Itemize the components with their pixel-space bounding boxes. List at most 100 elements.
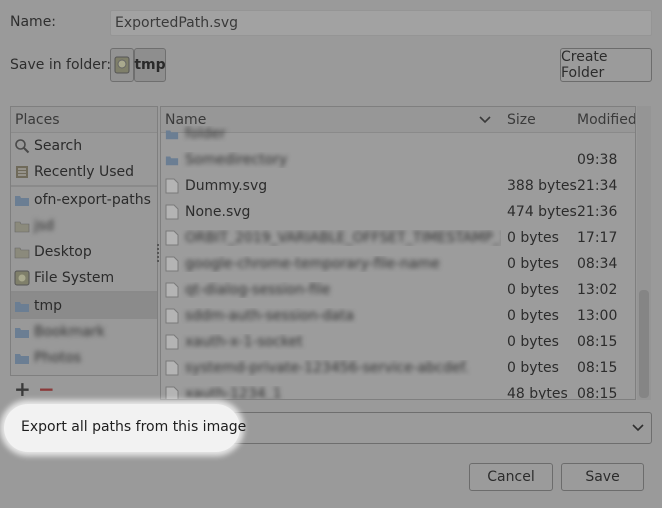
filename-input[interactable]: [110, 10, 652, 36]
chevron-down-icon: [479, 115, 491, 123]
file-icon: [165, 204, 179, 220]
add-bookmark-button[interactable]: +: [14, 377, 31, 401]
save-in-label: Save in folder:: [10, 57, 112, 73]
remove-bookmark-button[interactable]: −: [38, 377, 55, 401]
file-name: sddm-auth-session-data: [185, 308, 355, 324]
file-name: folder: [185, 126, 226, 142]
name-label: Name:: [10, 14, 57, 30]
place-file-system[interactable]: File System: [11, 265, 157, 291]
column-modified-header[interactable]: Modified: [573, 112, 635, 128]
file-name: systemd-private-123456-service-abcdef.: [185, 360, 469, 376]
file-name: Somedirectory: [185, 152, 288, 168]
file-row[interactable]: qt-dialog-session-file 0 bytes 13:02: [161, 277, 635, 303]
desktop-folder-icon: [14, 247, 30, 259]
folder-icon: [15, 302, 29, 312]
file-size: 388 bytes: [507, 178, 577, 194]
file-row[interactable]: xauth-x-1-socket 0 bytes 08:15: [161, 329, 635, 355]
breadcrumb-tmp-label: tmp: [134, 57, 166, 73]
file-size: 0 bytes: [507, 360, 559, 376]
place-label: jsd: [34, 218, 55, 234]
folder-icon: [15, 196, 29, 206]
file-modified: 13:02: [577, 282, 618, 298]
place-label: Bookmark: [34, 324, 105, 340]
file-modified: 13:00: [577, 308, 618, 324]
file-row[interactable]: xauth-1234_1 48 bytes 08:15: [161, 381, 635, 400]
file-icon: [165, 178, 179, 194]
file-list: Name Size Modified folder Somedirectory …: [160, 106, 636, 400]
place-home[interactable]: jsd: [11, 213, 157, 239]
place-search[interactable]: Search: [11, 133, 157, 159]
file-icon: [165, 256, 179, 272]
file-name: xauth-1234_1: [185, 386, 282, 400]
chevron-down-icon: [632, 424, 644, 432]
save-button[interactable]: Save: [561, 463, 644, 491]
file-modified: 09:38: [577, 152, 618, 168]
file-row[interactable]: Somedirectory 09:38: [161, 147, 635, 173]
drive-icon: [114, 56, 130, 74]
places-panel: Places Search Recently Used ofn-export-p…: [10, 106, 158, 376]
folder-icon: [15, 354, 29, 364]
recent-icon: [16, 166, 28, 178]
file-rows: folder Somedirectory 09:38 Dummy.svg 388…: [161, 121, 635, 400]
file-icon: [165, 282, 179, 298]
file-row[interactable]: sddm-auth-session-data 0 bytes 13:00: [161, 303, 635, 329]
file-size: 0 bytes: [507, 256, 559, 272]
place-photos[interactable]: Photos: [11, 345, 157, 371]
file-size: 0 bytes: [507, 334, 559, 350]
file-row[interactable]: google-chrome-temporary-file-name 0 byte…: [161, 251, 635, 277]
file-modified: 08:15: [577, 360, 618, 376]
file-modified: 21:34: [577, 178, 618, 194]
search-icon: [15, 139, 30, 154]
file-size: 48 bytes: [507, 386, 568, 400]
file-icon: [165, 386, 179, 399]
place-label: tmp: [34, 298, 63, 314]
places-header: Places: [11, 107, 157, 133]
cancel-button[interactable]: Cancel: [469, 463, 553, 491]
file-icon: [165, 230, 179, 246]
create-folder-button[interactable]: Create Folder: [560, 48, 652, 82]
file-size: 474 bytes: [507, 204, 577, 220]
place-label: File System: [34, 270, 115, 286]
drive-icon: [14, 270, 30, 286]
file-name: google-chrome-temporary-file-name: [185, 256, 440, 272]
place-desktop[interactable]: Desktop: [11, 239, 157, 265]
file-row[interactable]: Dummy.svg 388 bytes 21:34: [161, 173, 635, 199]
file-name: qt-dialog-session-file: [185, 282, 331, 298]
file-modified: 08:15: [577, 334, 618, 350]
folder-icon: [165, 130, 179, 140]
file-name: ORBIT_2019_VARIABLE_OFFSET_TIMESTAMP_123…: [185, 230, 501, 246]
folder-icon: [15, 328, 29, 338]
export-option-label: Export all paths from this image: [21, 419, 247, 435]
file-name: xauth-x-1-socket: [185, 334, 303, 350]
file-modified: 17:17: [577, 230, 618, 246]
breadcrumb-tmp-button[interactable]: tmp: [134, 48, 166, 82]
place-label: Search: [34, 138, 83, 154]
file-size: 0 bytes: [507, 308, 559, 324]
file-row[interactable]: ORBIT_2019_VARIABLE_OFFSET_TIMESTAMP_123…: [161, 225, 635, 251]
file-list-scrollbar-thumb[interactable]: [639, 290, 649, 398]
file-modified: 08:15: [577, 386, 618, 400]
place-label: Photos: [34, 350, 82, 366]
file-name: Dummy.svg: [185, 178, 268, 194]
file-size: 0 bytes: [507, 282, 559, 298]
file-icon: [165, 334, 179, 350]
home-folder-icon: [14, 221, 30, 233]
file-row[interactable]: None.svg 474 bytes 21:36: [161, 199, 635, 225]
place-tmp[interactable]: tmp: [11, 293, 157, 319]
folder-icon: [165, 156, 179, 166]
breadcrumb-root-button[interactable]: [110, 48, 134, 82]
file-icon: [165, 308, 179, 324]
file-modified: 08:34: [577, 256, 618, 272]
file-row[interactable]: systemd-private-123456-service-abcdef. 0…: [161, 355, 635, 381]
place-label: Recently Used: [34, 164, 135, 180]
place-bookmark[interactable]: Bookmark: [11, 319, 157, 345]
file-name: None.svg: [185, 204, 251, 220]
place-label: Desktop: [34, 244, 92, 260]
place-ofn-export-paths[interactable]: ofn-export-paths: [11, 187, 157, 213]
place-label: ofn-export-paths: [34, 192, 151, 208]
file-size: 0 bytes: [507, 230, 559, 246]
place-recently-used[interactable]: Recently Used: [11, 159, 157, 185]
column-size-header[interactable]: Size: [501, 112, 573, 128]
file-icon: [165, 360, 179, 376]
file-modified: 21:36: [577, 204, 618, 220]
